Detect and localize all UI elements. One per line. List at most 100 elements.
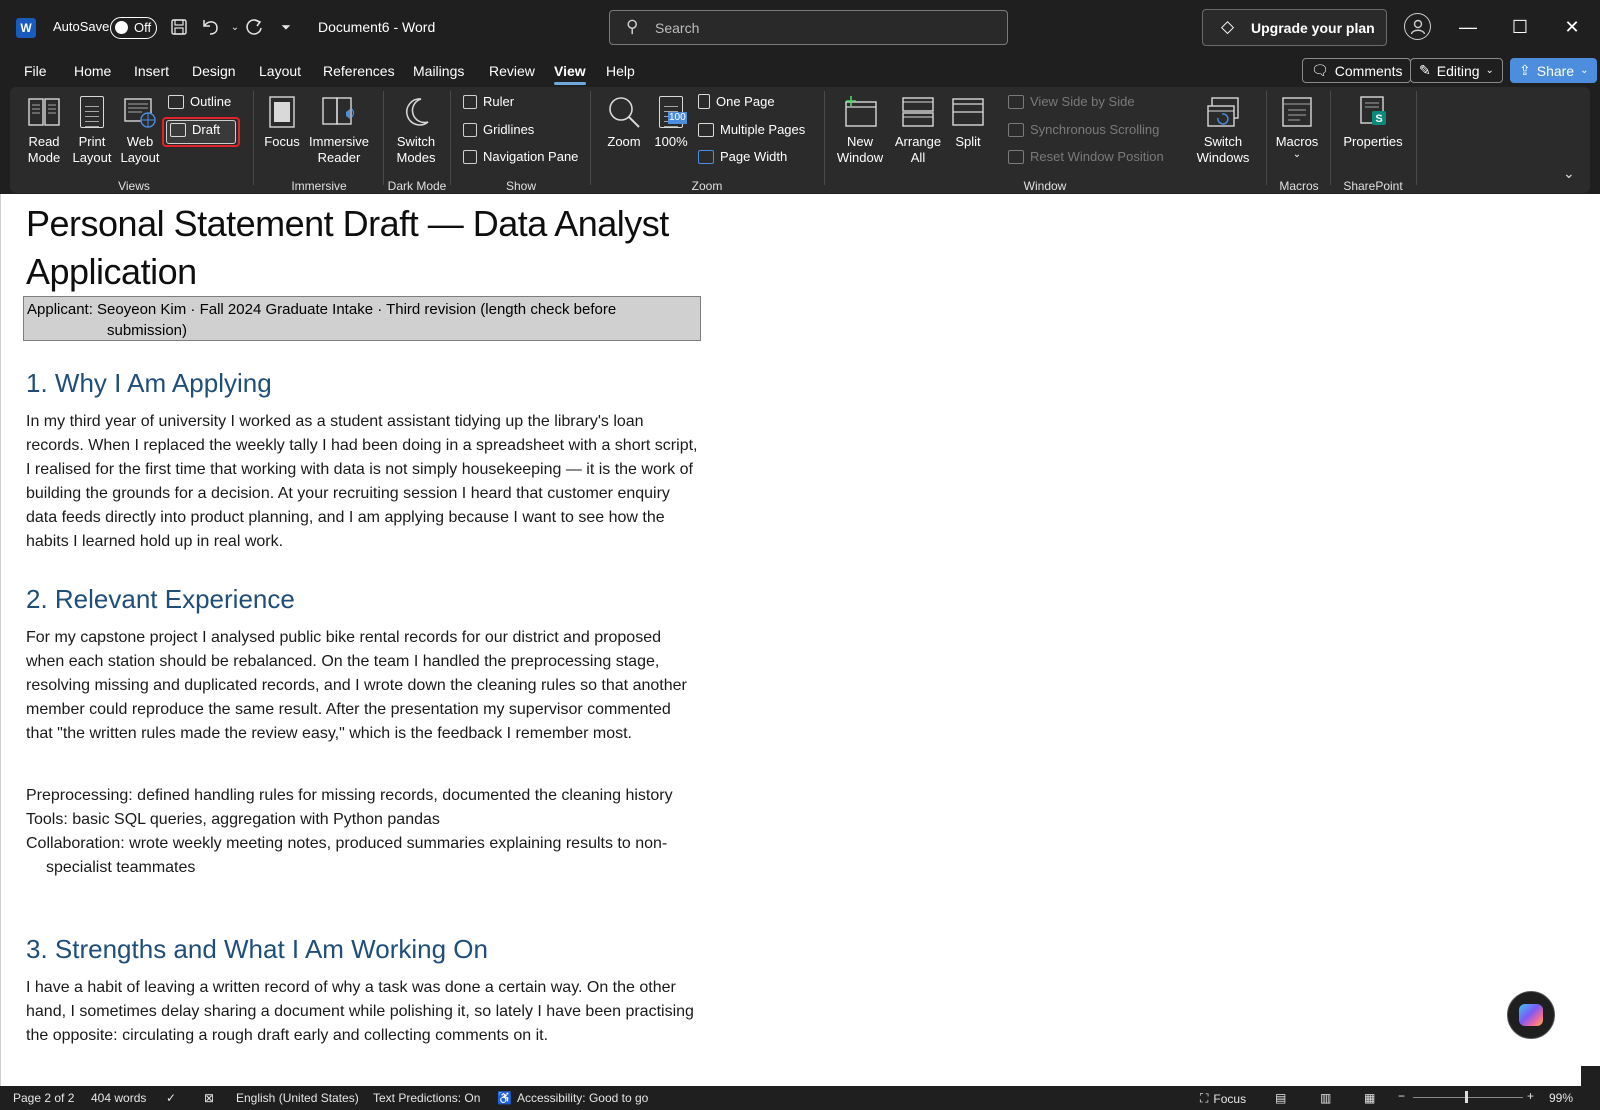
web-layout-icon <box>123 95 157 129</box>
undo-icon[interactable] <box>198 14 224 40</box>
language-indicator[interactable]: English (United States) <box>236 1091 359 1105</box>
scrollbar-corner <box>1581 1066 1600 1086</box>
multiple-pages-button[interactable]: Multiple Pages <box>698 122 805 137</box>
tab-view[interactable]: View <box>554 63 586 85</box>
section-heading-3: 3. Strengths and What I Am Working On <box>26 934 488 964</box>
status-bar: Page 2 of 2 404 words ✓ ⊠ English (Unite… <box>0 1086 1600 1110</box>
reset-window-position-icon <box>1008 149 1024 164</box>
autosave-toggle[interactable]: Off <box>110 17 157 39</box>
word-count[interactable]: 404 words <box>91 1091 146 1105</box>
zoom-in-icon[interactable]: + <box>1527 1089 1534 1103</box>
view-side-by-side-label: View Side by Side <box>1030 94 1135 109</box>
print-layout-view-icon[interactable]: ▥ <box>1320 1091 1331 1105</box>
web-layout-view-icon[interactable]: ▦ <box>1364 1091 1375 1105</box>
tab-home[interactable]: Home <box>74 63 111 79</box>
tab-layout[interactable]: Layout <box>259 63 301 79</box>
group-label-dark-mode: Dark Mode <box>387 179 447 193</box>
accessibility-checker-icon[interactable]: ⊠ <box>204 1091 214 1105</box>
share-button[interactable]: ⇪ Share ⌄ <box>1510 58 1598 83</box>
switch-windows-button[interactable]: Switch Windows <box>1188 95 1258 166</box>
multiple-pages-label: Multiple Pages <box>720 122 806 137</box>
tab-references[interactable]: References <box>323 63 395 79</box>
ruler-checkbox[interactable]: Ruler <box>463 94 514 109</box>
redo-icon[interactable] <box>241 14 267 40</box>
autosave-state: Off <box>134 20 152 35</box>
group-separator <box>1266 91 1267 185</box>
view-side-by-side-button[interactable]: View Side by Side <box>1008 94 1135 109</box>
reset-window-position-button[interactable]: Reset Window Position <box>1008 149 1164 164</box>
immersive-reader-button[interactable]: Immersive Reader <box>306 95 372 166</box>
search-input[interactable]: ⚲ Search <box>609 10 1008 45</box>
properties-label: Properties <box>1343 134 1403 149</box>
new-window-button[interactable]: New Window <box>832 95 888 166</box>
print-layout-button[interactable]: Print Layout <box>70 95 114 166</box>
customize-qat-icon[interactable]: ⏷ <box>273 14 299 40</box>
zoom-button[interactable]: Zoom <box>604 95 644 150</box>
document-title: Document6 - Word <box>318 19 436 35</box>
group-separator <box>450 91 451 185</box>
focus-mode-button[interactable]: ⛶ Focus <box>1200 1091 1246 1106</box>
save-icon[interactable] <box>166 14 192 40</box>
arrange-all-label: Arrange All <box>894 134 942 165</box>
web-layout-button[interactable]: Web Layout <box>118 95 162 166</box>
draft-highlight-box <box>162 117 240 147</box>
zoom-percentage[interactable]: 99% <box>1549 1091 1573 1105</box>
comments-button[interactable]: 🗨 Comments <box>1302 58 1412 83</box>
page-width-button[interactable]: Page Width <box>698 149 787 164</box>
text-predictions-status[interactable]: Text Predictions: On <box>373 1091 480 1105</box>
group-separator <box>1330 91 1331 185</box>
read-mode-view-icon[interactable]: ▤ <box>1275 1091 1286 1105</box>
collapse-ribbon-icon[interactable]: ⌄ <box>1563 165 1575 182</box>
section-heading-1: 1. Why I Am Applying <box>26 368 272 398</box>
section-body-3: I have a habit of leaving a written reco… <box>26 979 694 1044</box>
focus-mode-icon: ⛶ <box>1200 1091 1209 1105</box>
macros-icon <box>1280 95 1314 129</box>
arrange-all-button[interactable]: Arrange All <box>890 95 946 166</box>
word-logo-icon: W <box>16 18 36 38</box>
close-icon[interactable]: ✕ <box>1552 12 1592 42</box>
editing-mode-button[interactable]: ✎ Editing ⌄ <box>1410 58 1503 83</box>
document-canvas[interactable]: Personal Statement Draft — Data Analyst … <box>0 194 1600 1086</box>
zoom-slider-thumb[interactable] <box>1465 1091 1468 1103</box>
copilot-button[interactable] <box>1507 991 1555 1039</box>
zoom-slider[interactable] <box>1413 1097 1523 1098</box>
read-mode-icon <box>27 95 61 129</box>
switch-modes-button[interactable]: Switch Modes <box>388 95 444 166</box>
editing-label: Editing <box>1436 62 1480 79</box>
gridlines-checkbox[interactable]: Gridlines <box>463 122 534 137</box>
side-by-side-icon <box>1008 94 1024 109</box>
new-window-icon <box>843 95 877 129</box>
multiple-pages-icon <box>698 122 714 137</box>
upgrade-plan-button[interactable]: ◇ Upgrade your plan <box>1202 9 1387 46</box>
read-mode-button[interactable]: Read Mode <box>24 95 64 166</box>
properties-button[interactable]: S Properties <box>1340 95 1406 150</box>
proofing-icon[interactable]: ✓ <box>166 1091 176 1105</box>
focus-button[interactable]: Focus <box>260 95 304 150</box>
group-separator <box>824 91 825 185</box>
immersive-reader-icon <box>322 95 356 129</box>
tab-review[interactable]: Review <box>489 63 535 79</box>
split-icon <box>951 95 985 129</box>
accessibility-status[interactable]: ♿ Accessibility: Good to go <box>497 1091 648 1105</box>
chevron-down-icon: ⌄ <box>1292 149 1302 160</box>
accessibility-icon: ♿ <box>497 1091 512 1105</box>
zoom-out-icon[interactable]: − <box>1398 1089 1405 1103</box>
macros-button[interactable]: Macros ⌄ <box>1272 95 1322 160</box>
synchronous-scrolling-button[interactable]: Synchronous Scrolling <box>1008 122 1159 137</box>
page-indicator[interactable]: Page 2 of 2 <box>13 1091 74 1105</box>
zoom-100-button[interactable]: 100 100% <box>650 95 692 150</box>
avatar-icon[interactable] <box>1404 13 1431 40</box>
split-button[interactable]: Split <box>946 95 990 150</box>
tab-mailings[interactable]: Mailings <box>413 63 464 79</box>
minimize-icon[interactable]: — <box>1448 12 1488 42</box>
tab-insert[interactable]: Insert <box>134 63 169 79</box>
outline-button[interactable]: Outline <box>168 94 231 109</box>
tab-help[interactable]: Help <box>606 63 635 79</box>
zoom-100-badge: 100 <box>668 112 687 124</box>
one-page-button[interactable]: One Page <box>698 94 775 109</box>
maximize-icon[interactable]: ☐ <box>1500 12 1540 42</box>
tab-design[interactable]: Design <box>192 63 236 79</box>
arrange-all-icon <box>901 95 935 129</box>
navigation-pane-checkbox[interactable]: Navigation Pane <box>463 149 578 164</box>
tab-file[interactable]: File <box>24 63 47 79</box>
